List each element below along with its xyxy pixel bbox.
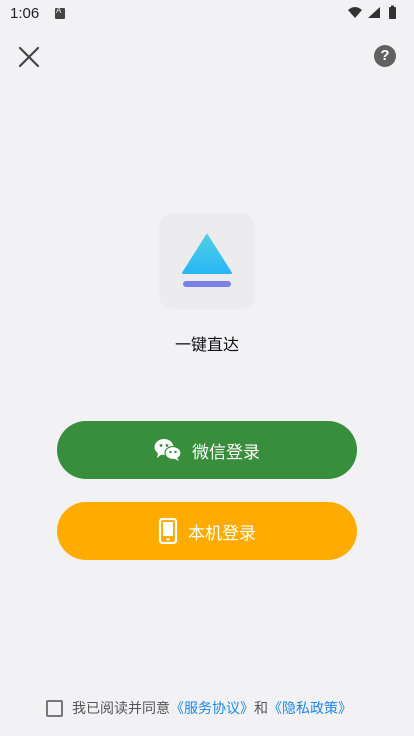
status-icons [346, 5, 406, 21]
wifi-icon [348, 7, 362, 18]
wechat-login-button[interactable]: 微信登录 [57, 421, 357, 479]
battery-icon [389, 7, 396, 19]
agreement-prefix: 我已阅读并同意 [72, 701, 170, 717]
close-icon [18, 46, 40, 68]
agreement-conjunction: 和 [254, 701, 268, 717]
phone-icon [158, 517, 178, 545]
notification-icon [55, 6, 65, 19]
phone-login-label: 本机登录 [188, 523, 256, 544]
terms-of-service-link[interactable]: 《服务协议》 [170, 698, 254, 718]
agreement-row: 我已阅读并同意 《服务协议》 和 《隐私政策》 [46, 697, 352, 719]
help-button[interactable]: ? [374, 45, 396, 67]
status-time: 1:06 [10, 5, 40, 22]
phone-login-button[interactable]: 本机登录 [57, 502, 357, 560]
wechat-login-label: 微信登录 [192, 442, 260, 463]
wechat-icon [154, 438, 182, 462]
help-icon: ? [380, 47, 390, 64]
status-bar: 1:06 [0, 0, 414, 28]
app-logo [159, 213, 255, 309]
privacy-policy-link[interactable]: 《隐私政策》 [268, 698, 352, 718]
close-button[interactable] [14, 42, 44, 72]
signal-battery-icons [348, 5, 396, 19]
app-logo-icon [182, 234, 232, 287]
agreement-checkbox[interactable] [46, 699, 63, 717]
cell-signal-icon [368, 7, 380, 18]
slogan: 一键直达 [174, 335, 239, 354]
